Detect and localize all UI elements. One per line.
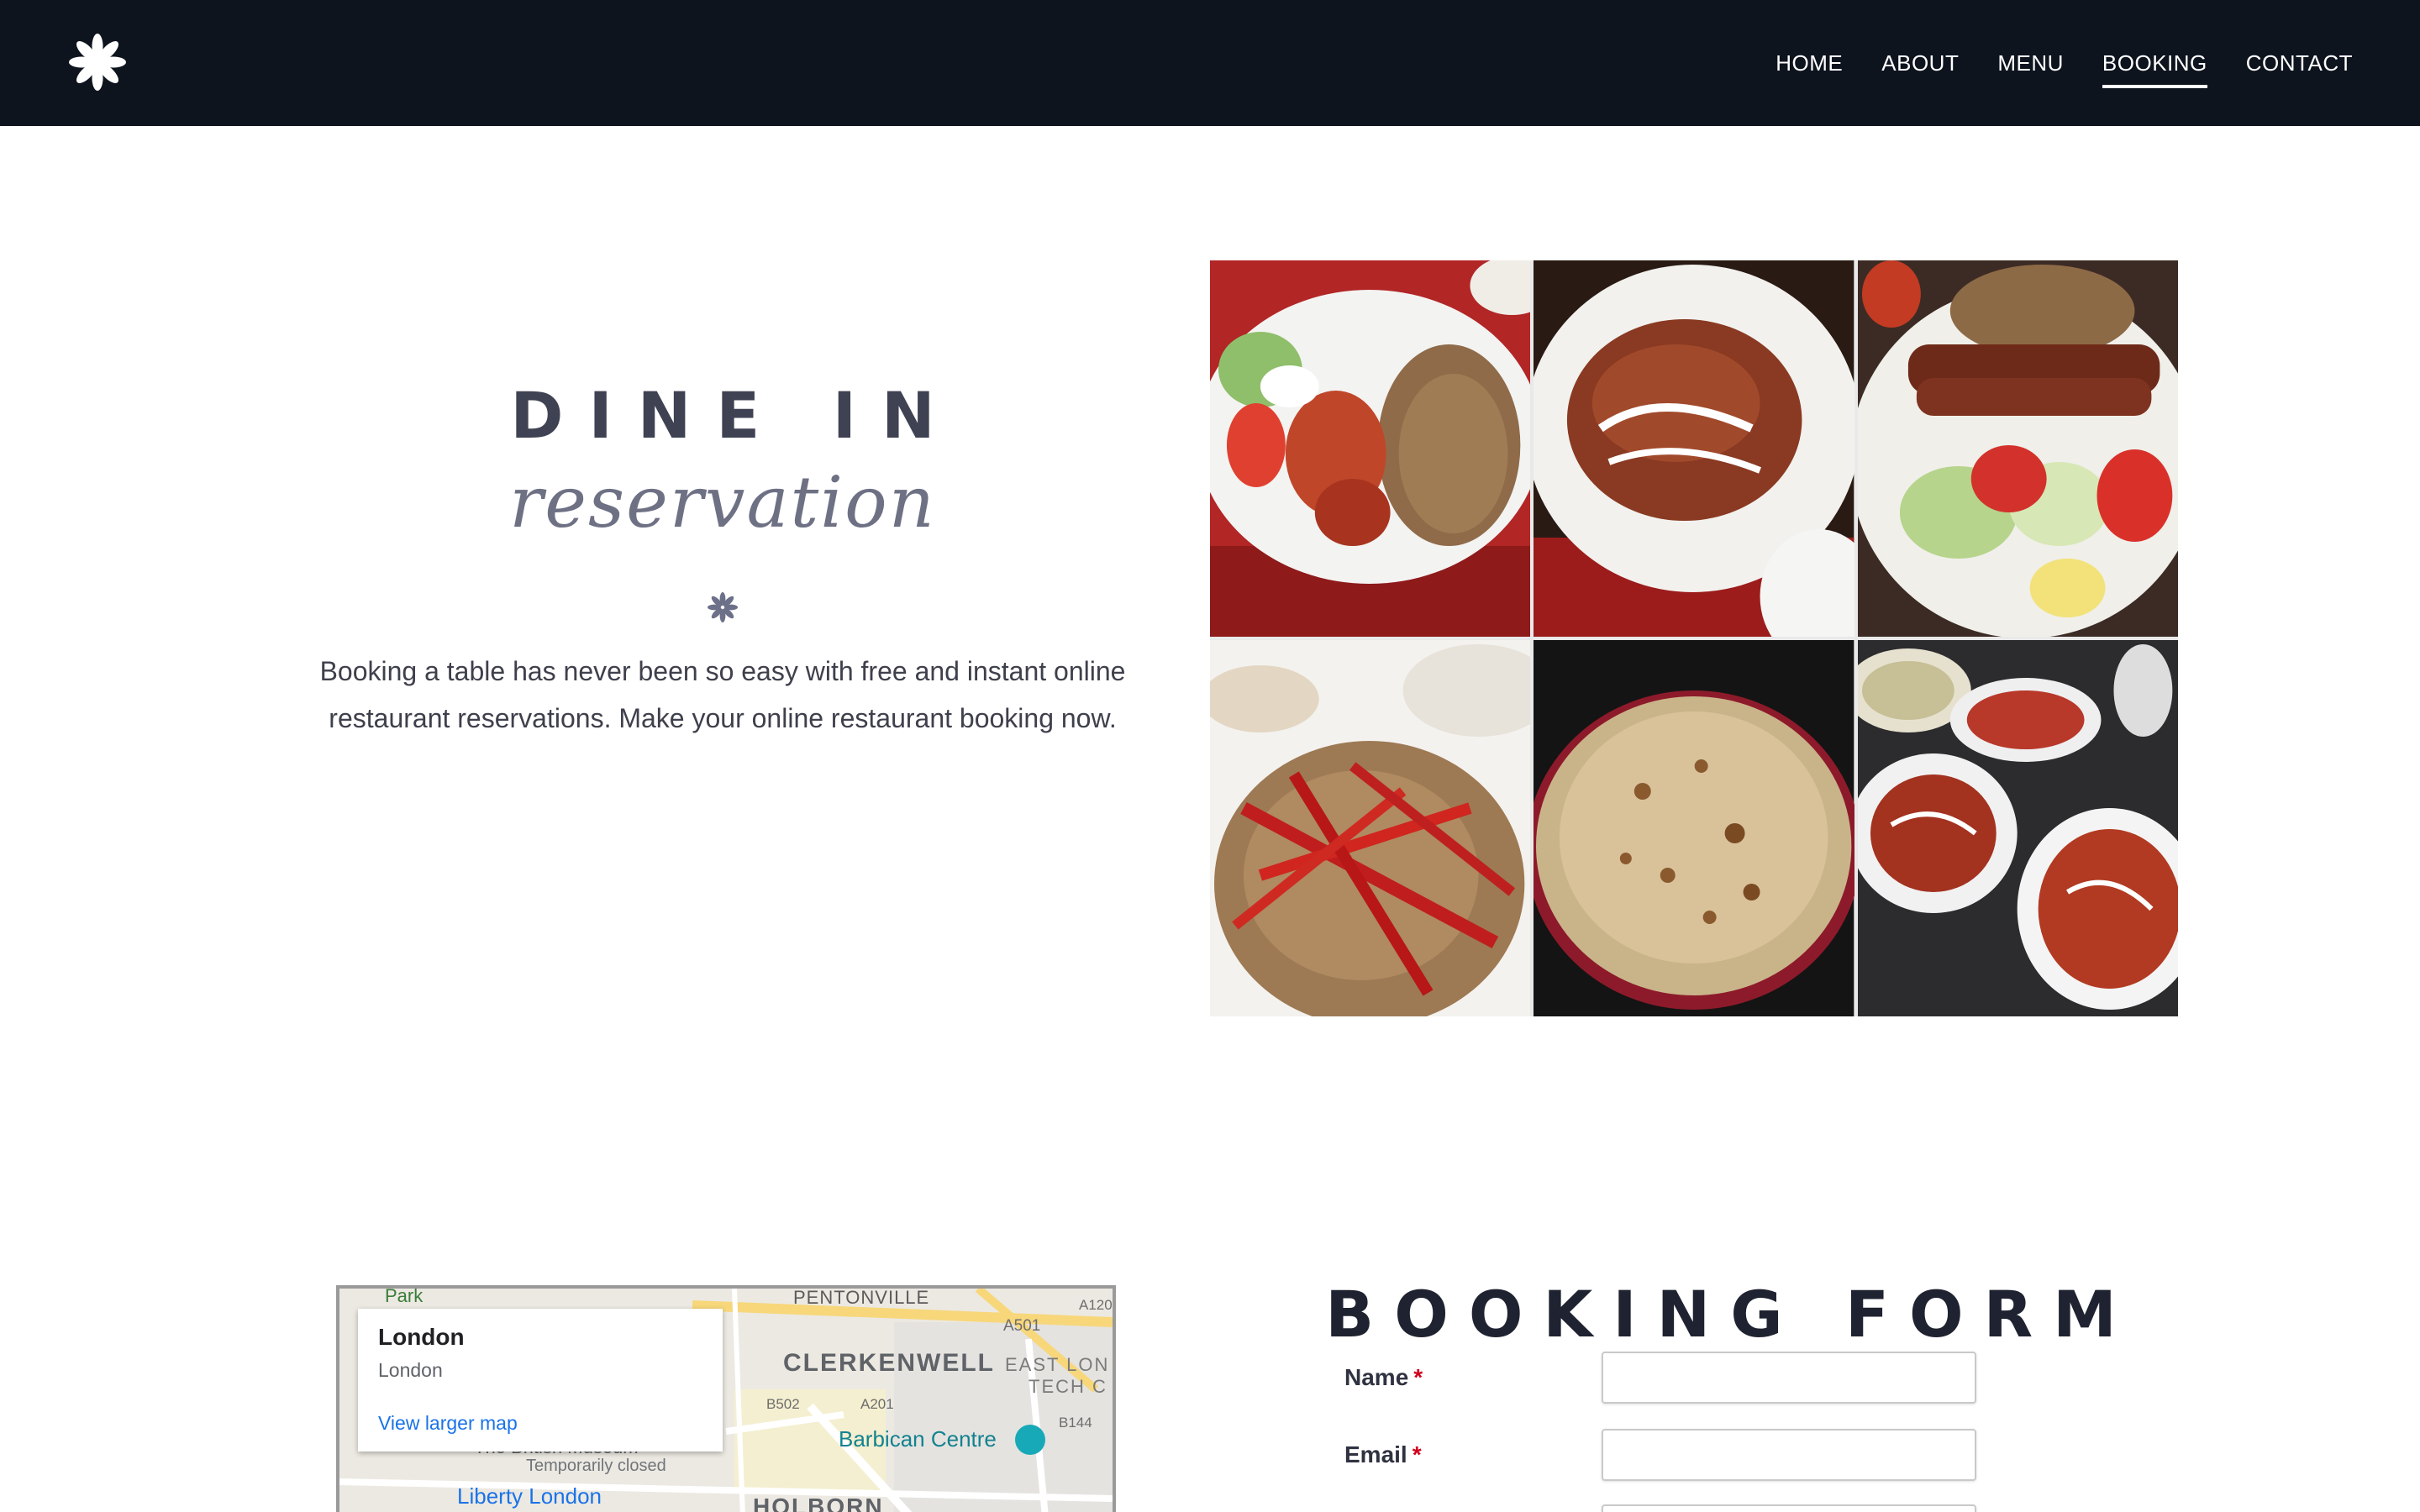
email-input[interactable]	[1602, 1429, 1976, 1481]
hero-title: DINE IN	[510, 378, 960, 453]
map-label-b144: B144	[1059, 1415, 1092, 1431]
form-row-email: Email *	[1344, 1428, 1983, 1482]
photo-kabuli-pulao	[1210, 640, 1531, 1016]
photo-chicken-tikka-rice	[1210, 260, 1531, 637]
name-label-text: Name	[1344, 1364, 1409, 1390]
map-label-temp-closed: Temporarily closed	[526, 1457, 666, 1475]
required-mark: *	[1413, 1364, 1423, 1390]
map-label-a501: A501	[1003, 1317, 1041, 1335]
email-label-text: Email	[1344, 1441, 1407, 1467]
hero-script-title: reservation	[509, 461, 936, 543]
photo-mantu-dumplings	[1534, 260, 1854, 637]
map-card-subtitle: London	[378, 1359, 443, 1381]
nav-booking-link[interactable]: BOOKING	[2102, 44, 2207, 88]
next-input[interactable]	[1602, 1504, 1976, 1512]
map-card-title: London	[378, 1324, 465, 1350]
map-label-park: Park	[385, 1285, 424, 1306]
food-photo-gallery	[1210, 260, 2178, 1016]
photo-naan-bread	[1534, 640, 1854, 1016]
name-input[interactable]	[1602, 1352, 1976, 1404]
form-row-name: Name *	[1344, 1351, 1983, 1404]
hero-section: DINE IN reservation Booking a table has …	[302, 378, 1143, 742]
nav-menu-link[interactable]: MENU	[1997, 44, 2064, 83]
map-label-holborn: HOLBORN	[753, 1494, 884, 1512]
nav-about-link[interactable]: ABOUT	[1881, 44, 1959, 83]
name-label: Name *	[1344, 1364, 1602, 1391]
asterisk-flower-icon[interactable]	[67, 32, 128, 92]
main-nav: HOME ABOUT MENU BOOKING CONTACT	[1776, 0, 2353, 126]
hero-description: Booking a table has never been so easy w…	[319, 656, 1126, 733]
nav-home-link[interactable]: HOME	[1776, 44, 1843, 83]
top-navbar: HOME ABOUT MENU BOOKING CONTACT	[0, 0, 2420, 126]
location-map[interactable]: Park PENTONVILLE A501 A1200 CLERKENWELL …	[336, 1285, 1116, 1512]
map-label-tech-c: TECH C	[1028, 1376, 1107, 1397]
map-label-clerkenwell: CLERKENWELL	[783, 1349, 995, 1377]
photo-kebab-salad	[1857, 260, 2178, 637]
map-label-liberty: Liberty London	[457, 1483, 602, 1509]
asterisk-icon	[708, 592, 738, 622]
map-label-b502: B502	[766, 1396, 800, 1412]
form-row-next	[1344, 1504, 1983, 1512]
view-larger-map-link[interactable]: View larger map	[378, 1412, 518, 1435]
map-label-barbican: Barbican Centre	[839, 1426, 997, 1452]
map-label-a1200: A1200	[1079, 1297, 1113, 1313]
required-mark: *	[1412, 1441, 1422, 1467]
map-label-east-lon: EAST LON	[1005, 1354, 1110, 1375]
nav-contact-link[interactable]: CONTACT	[2246, 44, 2353, 83]
booking-form-title: BOOKING FORM	[1325, 1277, 2137, 1352]
email-label: Email *	[1344, 1441, 1602, 1468]
map-label-a201: A201	[860, 1396, 894, 1412]
map-label-pentonville: PENTONVILLE	[793, 1287, 930, 1308]
map-info-card: London London View larger map	[358, 1309, 723, 1452]
photo-curry-dishes	[1857, 640, 2178, 1016]
